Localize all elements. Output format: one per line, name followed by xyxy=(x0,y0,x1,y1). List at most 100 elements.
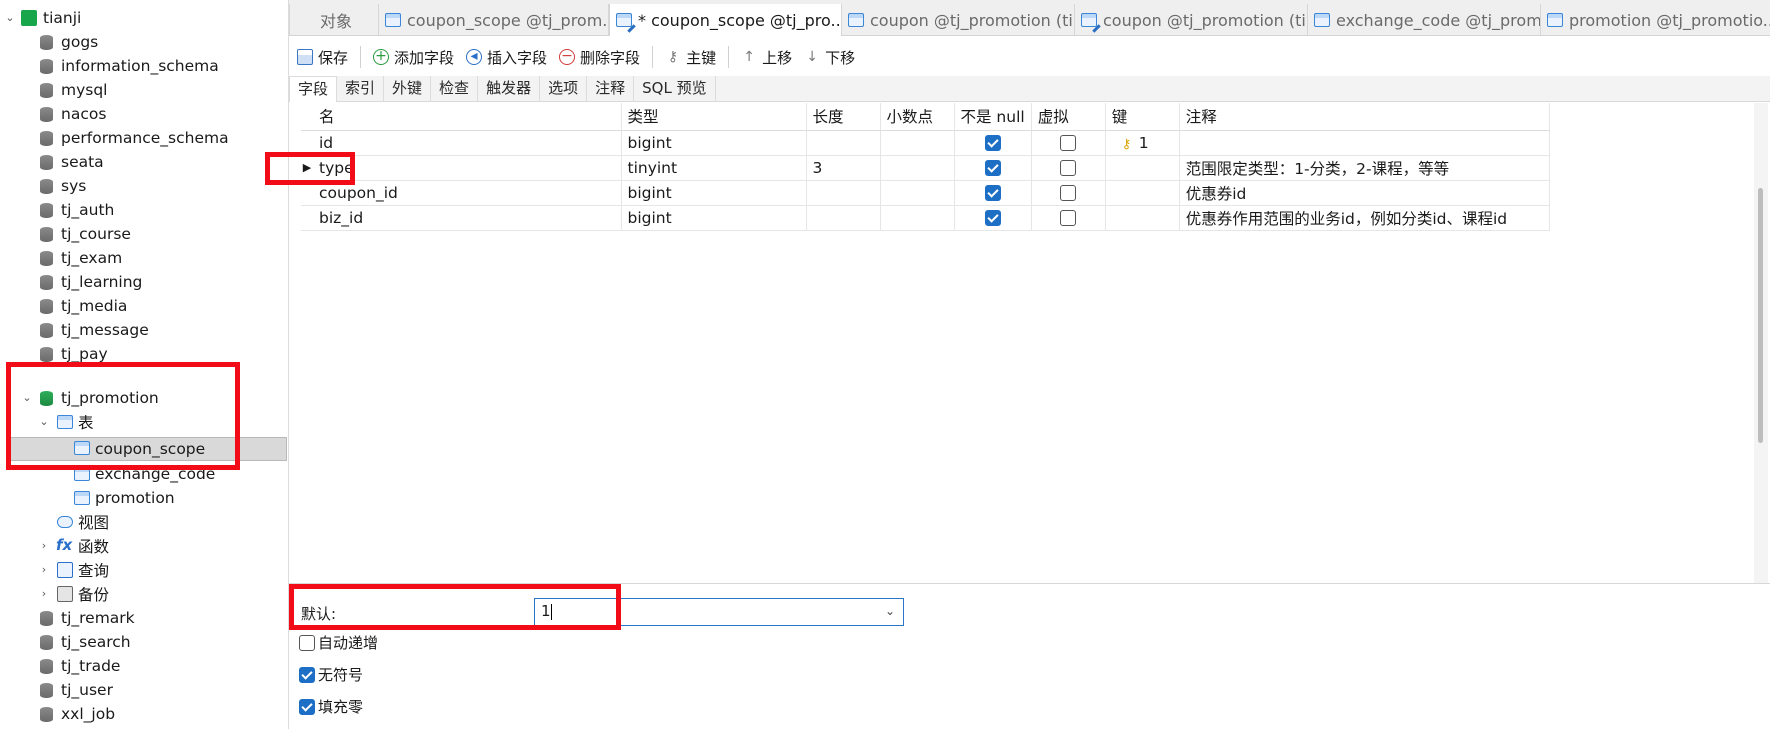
move-down-button[interactable]: ↓ 下移 xyxy=(804,47,855,68)
tree-database-item[interactable]: gogs xyxy=(0,30,288,54)
subtab-sql-preview[interactable]: SQL 预览 xyxy=(634,76,716,102)
cell-type[interactable]: tinyint xyxy=(621,155,807,181)
cell-virtual[interactable] xyxy=(1031,155,1106,181)
chevron-right-icon[interactable]: › xyxy=(38,564,50,576)
tree-database-item[interactable]: mysql xyxy=(0,78,288,102)
cell-key[interactable] xyxy=(1105,155,1180,181)
cell-decimals[interactable] xyxy=(880,130,955,156)
tree-table-promotion[interactable]: promotion xyxy=(0,486,288,510)
cell-key[interactable] xyxy=(1105,180,1180,206)
cell-not-null[interactable] xyxy=(954,180,1032,206)
cell-not-null[interactable] xyxy=(954,130,1032,156)
add-field-button[interactable]: + 添加字段 xyxy=(373,47,454,68)
tree-folder-views[interactable]: 视图 xyxy=(0,510,288,534)
checkbox-box[interactable] xyxy=(984,160,1001,176)
subtab-comment[interactable]: 注释 xyxy=(587,76,635,102)
tree-connection-tianji[interactable]: ⌄ tianji xyxy=(0,6,288,30)
subtab-options[interactable]: 选项 xyxy=(540,76,588,102)
subtab-checks[interactable]: 检查 xyxy=(431,76,479,102)
col-header-comment[interactable]: 注释 xyxy=(1179,103,1550,131)
table-row[interactable]: ▶ type tinyint 3 范围限定类型：1-分类，2-课程，等等 xyxy=(301,155,1550,181)
cell-length[interactable] xyxy=(806,130,881,156)
grid-vertical-scrollbar[interactable] xyxy=(1754,103,1768,583)
tab-coupon-scope-design[interactable]: * coupon_scope @tj_pro... xyxy=(609,4,842,36)
table-row[interactable]: coupon_id bigint 优惠券id xyxy=(301,180,1550,206)
tab-exchange-code[interactable]: exchange_code @tj_prom... xyxy=(1308,4,1541,36)
col-header-not-null[interactable]: 不是 null xyxy=(954,103,1032,131)
tree-database-item[interactable]: seata xyxy=(0,150,288,174)
cell-length[interactable] xyxy=(806,180,881,206)
tree-database-item[interactable]: xxl_job xyxy=(0,702,288,726)
chevron-down-icon[interactable]: ⌄ xyxy=(21,392,33,404)
tab-coupon-scope[interactable]: coupon_scope @tj_prom... xyxy=(379,4,609,36)
checkbox-box[interactable] xyxy=(299,634,315,651)
cell-not-null[interactable] xyxy=(954,155,1032,181)
checkbox-box[interactable] xyxy=(984,135,1001,151)
cell-comment[interactable] xyxy=(1179,130,1550,156)
subtab-indexes[interactable]: 索引 xyxy=(337,76,385,102)
subtab-fields[interactable]: 字段 xyxy=(289,76,338,102)
cell-comment[interactable]: 优惠券id xyxy=(1179,180,1550,206)
tab-coupon[interactable]: coupon @tj_promotion (ti... xyxy=(842,4,1075,36)
cell-virtual[interactable] xyxy=(1031,130,1106,156)
cell-virtual[interactable] xyxy=(1031,205,1106,231)
subtab-triggers[interactable]: 触发器 xyxy=(478,76,541,102)
tree-database-item[interactable]: sys xyxy=(0,174,288,198)
scrollbar-thumb[interactable] xyxy=(1758,188,1763,443)
checkbox-box[interactable] xyxy=(984,185,1001,201)
chevron-right-icon[interactable]: › xyxy=(38,588,50,600)
tree-database-item[interactable]: tj_course xyxy=(0,222,288,246)
unsigned-checkbox[interactable]: 无符号 xyxy=(299,664,363,685)
tree-folder-functions[interactable]: › fx 函数 xyxy=(0,534,288,558)
cell-type[interactable]: bigint xyxy=(621,180,807,206)
zerofill-checkbox[interactable]: 填充零 xyxy=(299,696,363,717)
cell-comment[interactable]: 范围限定类型：1-分类，2-课程，等等 xyxy=(1179,155,1550,181)
tree-database-item[interactable]: tj_search xyxy=(0,630,288,654)
checkbox-box[interactable] xyxy=(1060,210,1077,226)
cell-key[interactable]: ⚷ 1 xyxy=(1105,130,1180,156)
cell-not-null[interactable] xyxy=(954,205,1032,231)
delete-field-button[interactable]: − 删除字段 xyxy=(559,47,640,68)
tree-database-item[interactable]: information_schema xyxy=(0,54,288,78)
cell-type[interactable]: bigint xyxy=(621,205,807,231)
chevron-down-icon[interactable]: ⌄ xyxy=(4,12,16,24)
auto-increment-checkbox[interactable]: 自动递增 xyxy=(299,632,378,653)
col-header-type[interactable]: 类型 xyxy=(621,103,807,131)
tree-table-exchange-code[interactable]: exchange_code xyxy=(0,462,288,486)
col-header-decimals[interactable]: 小数点 xyxy=(880,103,955,131)
cell-key[interactable] xyxy=(1105,205,1180,231)
tab-objects[interactable]: 对象 xyxy=(289,4,379,36)
cell-decimals[interactable] xyxy=(880,205,955,231)
cell-name[interactable]: type xyxy=(313,155,622,181)
tree-database-item[interactable]: nacos xyxy=(0,102,288,126)
tree-database-item[interactable]: tj_auth xyxy=(0,198,288,222)
chevron-right-icon[interactable]: › xyxy=(38,540,50,552)
tab-coupon-design[interactable]: coupon @tj_promotion (ti... xyxy=(1075,4,1308,36)
tree-table-coupon-scope[interactable]: coupon_scope xyxy=(9,437,287,461)
default-value-combobox[interactable]: 1 ⌄ xyxy=(534,598,904,626)
cell-name[interactable]: coupon_id xyxy=(313,180,622,206)
cell-length[interactable] xyxy=(806,205,881,231)
col-header-virtual[interactable]: 虚拟 xyxy=(1031,103,1106,131)
cell-length[interactable]: 3 xyxy=(806,155,881,181)
cell-virtual[interactable] xyxy=(1031,180,1106,206)
cell-decimals[interactable] xyxy=(880,180,955,206)
table-row[interactable]: id bigint ⚷ 1 xyxy=(301,130,1550,156)
tree-folder-queries[interactable]: › 查询 xyxy=(0,558,288,582)
checkbox-box[interactable] xyxy=(984,210,1001,226)
cell-type[interactable]: bigint xyxy=(621,130,807,156)
tree-database-tj-promotion[interactable]: ⌄ tj_promotion xyxy=(0,386,288,410)
primary-key-button[interactable]: ⚷ 主键 xyxy=(665,47,716,68)
insert-field-button[interactable]: ◂ 插入字段 xyxy=(466,47,547,68)
col-header-key[interactable]: 键 xyxy=(1105,103,1180,131)
col-header-length[interactable]: 长度 xyxy=(806,103,881,131)
checkbox-box[interactable] xyxy=(1060,135,1077,151)
tree-database-item[interactable]: tj_pay xyxy=(0,342,288,366)
tab-promotion[interactable]: promotion @tj_promotio... xyxy=(1541,4,1770,36)
table-row[interactable]: biz_id bigint 优惠券作用范围的业务id，例如分类id、课程id xyxy=(301,205,1550,231)
subtab-foreign-keys[interactable]: 外键 xyxy=(384,76,432,102)
checkbox-box[interactable] xyxy=(299,666,315,683)
cell-comment[interactable]: 优惠券作用范围的业务id，例如分类id、课程id xyxy=(1179,205,1550,231)
checkbox-box[interactable] xyxy=(1060,185,1077,201)
chevron-down-icon[interactable]: ⌄ xyxy=(38,416,50,428)
